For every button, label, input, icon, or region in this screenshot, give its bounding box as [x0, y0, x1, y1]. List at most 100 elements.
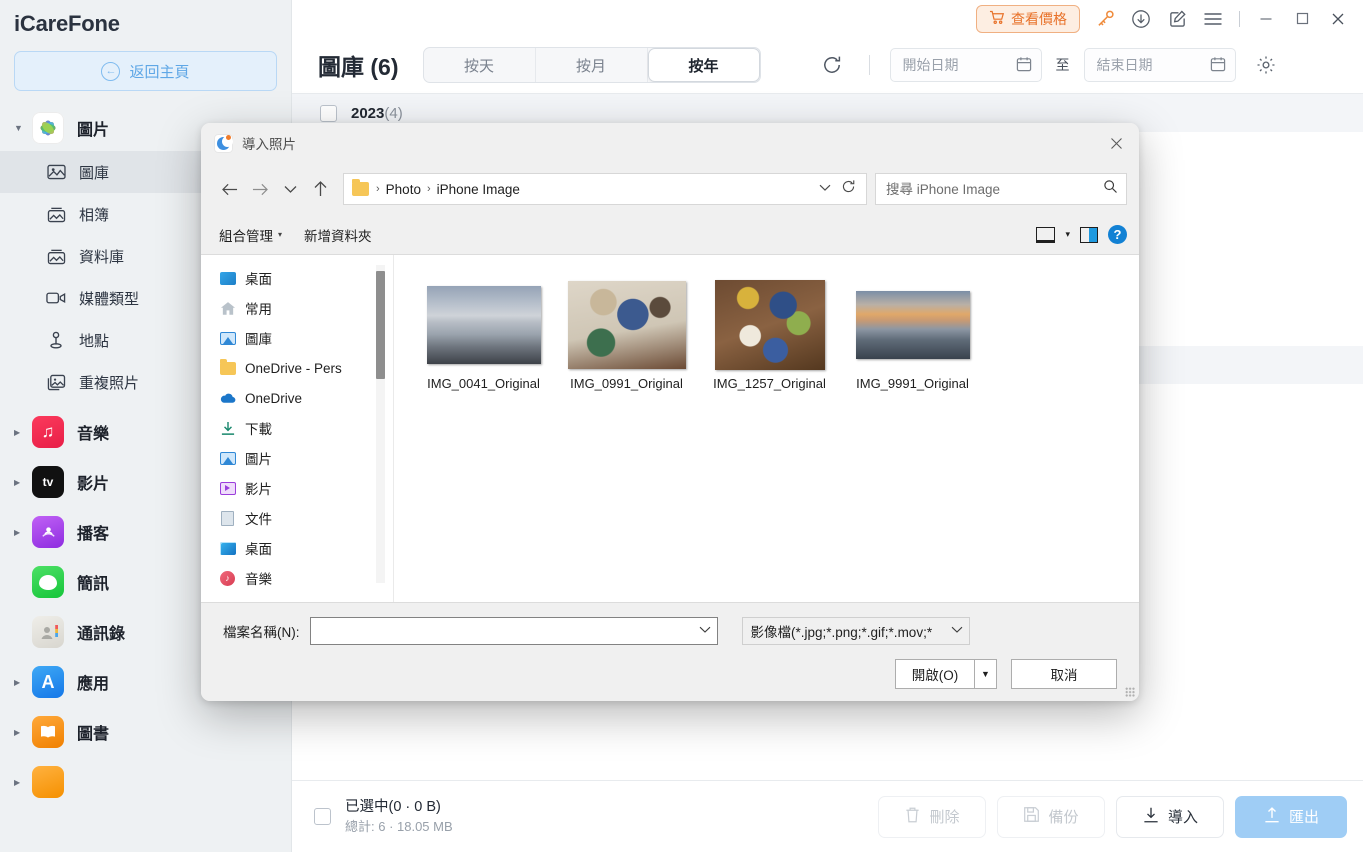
new-folder-button[interactable]: 新增資料夾 [304, 225, 372, 245]
tree-item-home[interactable]: 常用 [201, 293, 393, 323]
tree-item-desktop[interactable]: 桌面 [201, 263, 393, 293]
apps-icon: A [32, 666, 64, 698]
resize-grip[interactable] [1125, 687, 1135, 697]
file-name-label: IMG_1257_Original [713, 375, 826, 393]
export-icon [1263, 806, 1281, 828]
tree-item-onedrive-personal[interactable]: OneDrive - Pers [201, 353, 393, 383]
end-date-input[interactable]: 結束日期 [1084, 48, 1236, 82]
total-count-label: 總計: 6 · 18.05 MB [345, 818, 453, 837]
chevron-right-icon[interactable] [14, 728, 32, 737]
tree-item-music[interactable]: ♪ 音樂 [201, 563, 393, 593]
tree-item-desktop-2[interactable]: 桌面 [201, 533, 393, 563]
refresh-icon[interactable] [815, 48, 849, 82]
cancel-button[interactable]: 取消 [1011, 659, 1117, 689]
sidebar-item-partial[interactable] [0, 759, 291, 805]
list-item[interactable]: IMG_0991_Original [555, 277, 698, 397]
bottom-action-bar: 已選中(0 · 0 B) 總計: 6 · 18.05 MB 刪除 [292, 780, 1363, 852]
open-split-caret-icon[interactable]: ▼ [974, 660, 996, 688]
search-input[interactable] [886, 182, 1103, 197]
tab-by-month[interactable]: 按月 [536, 48, 648, 82]
view-pricing-button[interactable]: 查看價格 [976, 5, 1080, 33]
dialog-close-icon[interactable] [1093, 123, 1139, 163]
filetype-dropdown[interactable]: 影像檔(*.jpg;*.png;*.gif;*.mov;* [742, 617, 970, 645]
chevron-right-icon[interactable] [14, 778, 32, 787]
gallery-icon [45, 164, 67, 180]
back-arrow-icon[interactable] [215, 174, 245, 204]
chevron-right-icon[interactable] [14, 428, 32, 437]
chevron-right-icon[interactable] [14, 678, 32, 687]
tree-item-documents[interactable]: 文件 [201, 503, 393, 533]
download-icon[interactable] [1124, 4, 1158, 34]
minimize-icon[interactable] [1249, 4, 1283, 34]
sidebar-item-library-label: 資料庫 [79, 246, 124, 267]
filename-input[interactable] [319, 624, 693, 639]
dialog-navigation-bar: › Photo › iPhone Image [201, 163, 1139, 215]
cart-icon [989, 10, 1005, 28]
filename-field[interactable] [310, 617, 718, 645]
chevron-down-icon[interactable] [14, 124, 32, 133]
tree-item-pictures[interactable]: 圖片 [201, 443, 393, 473]
import-button[interactable]: 導入 [1116, 796, 1224, 838]
chevron-down-icon: ▾ [278, 230, 282, 239]
export-button[interactable]: 匯出 [1235, 796, 1347, 838]
menu-icon[interactable] [1196, 4, 1230, 34]
page-title: 圖庫 (6) [318, 48, 399, 82]
breadcrumb-chevron-down-icon[interactable] [811, 183, 839, 195]
chevron-right-icon[interactable] [14, 478, 32, 487]
gear-icon[interactable] [1250, 49, 1282, 81]
filename-row: 檔案名稱(N): 影像檔(*.jpg;*.png;*.gif;*.mov;* [223, 617, 1117, 645]
backup-button[interactable]: 備份 [997, 796, 1105, 838]
list-item[interactable]: IMG_9991_Original [841, 277, 984, 397]
view-options-icon[interactable] [1036, 227, 1055, 243]
refresh-icon[interactable] [839, 179, 862, 199]
breadcrumb[interactable]: › Photo › iPhone Image [343, 173, 867, 205]
dialog-search-box[interactable] [875, 173, 1127, 205]
back-to-home-button[interactable]: ← 返回主頁 [14, 51, 277, 91]
year-group-checkbox[interactable] [320, 105, 337, 122]
tree-item-videos[interactable]: 影片 [201, 473, 393, 503]
import-photos-dialog: 導入照片 › Photo › iPhone Ima [201, 123, 1139, 701]
tree-item-onedrive[interactable]: OneDrive [201, 383, 393, 413]
key-icon[interactable] [1088, 4, 1122, 34]
calendar-icon [1210, 56, 1226, 75]
back-to-home-label: 返回主頁 [129, 61, 189, 82]
breadcrumb-separator: › [373, 183, 383, 195]
tab-by-day[interactable]: 按天 [424, 48, 536, 82]
delete-button[interactable]: 刪除 [878, 796, 986, 838]
help-icon[interactable]: ? [1108, 225, 1127, 244]
tree-item-downloads[interactable]: 下載 [201, 413, 393, 443]
media-type-icon [45, 291, 67, 305]
folder-icon [219, 360, 236, 377]
filetype-value: 影像檔(*.jpg;*.png;*.gif;*.mov;* [751, 621, 945, 641]
tv-icon: tv [32, 466, 64, 498]
tab-by-year[interactable]: 按年 [648, 48, 760, 82]
start-date-value: 開始日期 [903, 55, 959, 75]
list-item[interactable]: IMG_0041_Original [412, 277, 555, 397]
organize-menu[interactable]: 組合管理 ▾ [219, 225, 282, 245]
file-name-label: IMG_0991_Original [570, 375, 683, 393]
sidebar-item-books[interactable]: 圖書 [0, 709, 291, 755]
chevron-down-icon[interactable] [275, 174, 305, 204]
tree-item-gallery[interactable]: 圖庫 [201, 323, 393, 353]
select-all-checkbox[interactable] [314, 808, 331, 825]
close-icon[interactable] [1321, 4, 1355, 34]
maximize-icon[interactable] [1285, 4, 1319, 34]
feedback-icon[interactable] [1160, 4, 1194, 34]
view-options-chevron-down-icon[interactable]: ▾ [1065, 229, 1070, 240]
chevron-right-icon[interactable] [14, 528, 32, 537]
location-icon [45, 331, 67, 349]
filetype-chevron-down-icon[interactable] [945, 625, 963, 637]
breadcrumb-item-iphone-image[interactable]: iPhone Image [434, 182, 523, 197]
breadcrumb-item-photo[interactable]: Photo [383, 182, 424, 197]
list-item[interactable]: IMG_1257_Original [698, 277, 841, 397]
tree-scrollbar-thumb[interactable] [376, 271, 385, 379]
pictures-icon [219, 450, 236, 467]
up-arrow-icon[interactable] [305, 174, 335, 204]
preview-pane-icon[interactable] [1080, 227, 1098, 243]
gallery-icon [219, 330, 236, 347]
view-pricing-label: 查看價格 [1011, 9, 1067, 29]
filename-chevron-down-icon[interactable] [693, 625, 711, 637]
forward-arrow-icon[interactable] [245, 174, 275, 204]
start-date-input[interactable]: 開始日期 [890, 48, 1042, 82]
open-button[interactable]: 開啟(O) ▼ [895, 659, 997, 689]
